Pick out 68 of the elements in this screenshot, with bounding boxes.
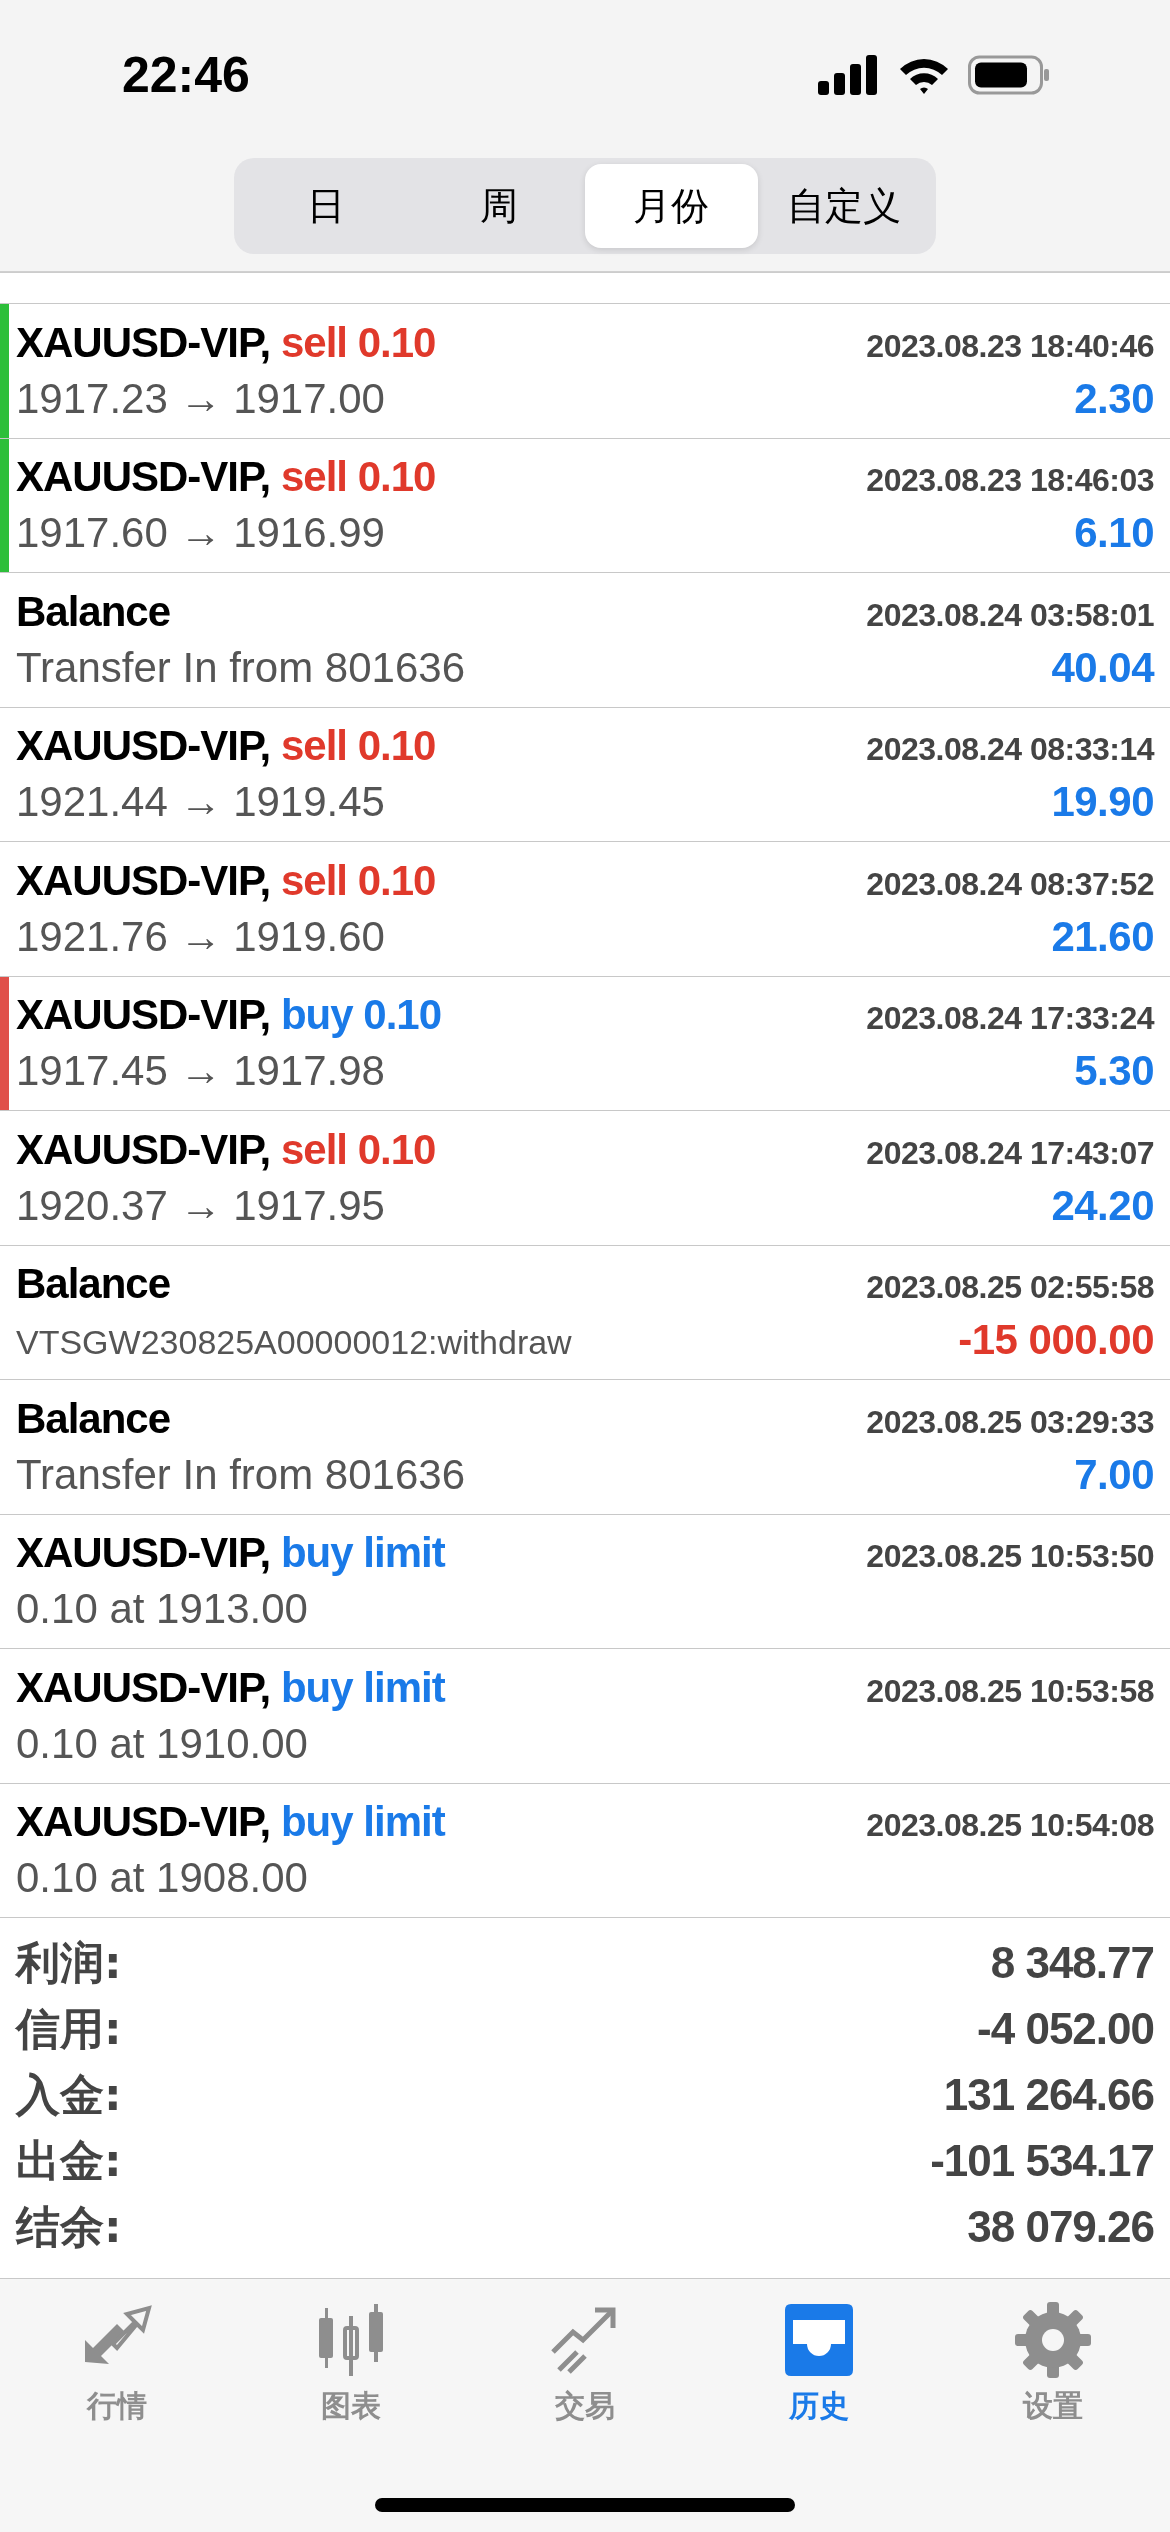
deal-detail: Transfer In from 801636: [16, 643, 465, 692]
deal-amount: 2.30: [1074, 374, 1154, 423]
battery-icon: [968, 55, 1050, 95]
period-tab[interactable]: 日: [240, 164, 413, 248]
tab-bar-item[interactable]: 设置: [963, 2299, 1143, 2428]
deal-amount: 19.90: [1051, 778, 1154, 827]
deal-amount: 24.20: [1051, 1181, 1154, 1230]
summary-value: -4 052.00: [977, 2004, 1154, 2054]
deal-amount: 21.60: [1051, 912, 1154, 961]
signal-icon: [818, 55, 880, 95]
deal-title: XAUUSD-VIP, sell 0.10: [16, 453, 436, 502]
summary-label: 结余:: [16, 2199, 122, 2254]
deal-time: 2023.08.25 10:53:58: [866, 1672, 1154, 1710]
tab-bar-item[interactable]: 图表: [261, 2299, 441, 2428]
summary-value: 38 079.26: [967, 2202, 1154, 2252]
deal-detail: 1917.23 → 1917.00: [16, 374, 385, 423]
summary-value: 8 348.77: [990, 1938, 1154, 1988]
tab-bar-item[interactable]: 交易: [495, 2299, 675, 2428]
deal-amount: -15 000.00: [958, 1316, 1154, 1365]
deal-title: Balance: [16, 587, 171, 636]
deal-title: XAUUSD-VIP, buy limit: [16, 1529, 445, 1578]
deal-time: 2023.08.24 08:37:52: [866, 865, 1154, 903]
deal-title: XAUUSD-VIP, buy limit: [16, 1663, 445, 1712]
deal-title: XAUUSD-VIP, buy 0.10: [16, 991, 442, 1040]
deal-detail: Transfer In from 801636: [16, 1450, 465, 1499]
deal-detail: 1917.45 → 1917.98: [16, 1047, 385, 1096]
deal-time: 2023.08.24 08:33:14: [866, 731, 1154, 769]
deal-time: 2023.08.24 03:58:01: [866, 596, 1154, 634]
deal-title: XAUUSD-VIP, sell 0.10: [16, 722, 436, 771]
deal-title: Balance: [16, 1394, 171, 1443]
deal-detail: 0.10 at 1913.00: [16, 1585, 308, 1634]
deal-time: 2023.08.25 03:29:33: [866, 1403, 1154, 1441]
deal-title: XAUUSD-VIP, sell 0.10: [16, 1125, 436, 1174]
period-tab[interactable]: 周: [412, 164, 585, 248]
period-tab[interactable]: 月份: [585, 164, 758, 248]
deal-amount: 40.04: [1051, 643, 1154, 692]
deal-amount: 5.30: [1074, 1047, 1154, 1096]
deal-detail: 0.10 at 1910.00: [16, 1719, 308, 1768]
deal-title: XAUUSD-VIP, sell 0.10: [16, 318, 436, 367]
deal-detail: 0.10 at 1908.00: [16, 1854, 308, 1903]
deal-detail: VTSGW230825A00000012:withdraw: [16, 1323, 572, 1363]
deal-detail: 1920.37 → 1917.95: [16, 1181, 385, 1230]
settings-icon: [1013, 2300, 1093, 2380]
summary-label: 利润:: [16, 1935, 122, 1990]
deal-time: 2023.08.23 18:46:03: [866, 462, 1154, 500]
deal-time: 2023.08.24 17:33:24: [866, 1000, 1154, 1038]
clock-time: 22:46: [122, 46, 250, 104]
tab-bar-item[interactable]: 历史: [729, 2299, 909, 2428]
period-tab[interactable]: 自定义: [757, 164, 930, 248]
deal-time: 2023.08.25 10:54:08: [866, 1807, 1154, 1845]
deal-amount: 7.00: [1074, 1450, 1154, 1499]
deal-detail: 1917.60 → 1916.99: [16, 509, 385, 558]
summary-label: 入金:: [16, 2067, 122, 2122]
summary-label: 出金:: [16, 2133, 122, 2188]
summary-value: 131 264.66: [943, 2070, 1154, 2120]
deal-detail: 1921.44 → 1919.45: [16, 778, 385, 827]
deal-time: 2023.08.25 02:55:58: [866, 1269, 1154, 1307]
deal-time: 2023.08.25 10:53:50: [866, 1538, 1154, 1576]
deal-title: Balance: [16, 1260, 171, 1309]
deal-detail: 1921.76 → 1919.60: [16, 912, 385, 961]
deal-amount: 6.10: [1074, 509, 1154, 558]
deal-title: XAUUSD-VIP, buy limit: [16, 1798, 445, 1847]
deal-title: XAUUSD-VIP, sell 0.10: [16, 856, 436, 905]
summary-value: -101 534.17: [930, 2136, 1154, 2186]
summary-label: 信用:: [16, 2001, 122, 2056]
tab-bar-item[interactable]: 行情: [27, 2299, 207, 2428]
deal-time: 2023.08.24 17:43:07: [866, 1134, 1154, 1172]
deal-time: 2023.08.23 18:40:46: [866, 327, 1154, 365]
